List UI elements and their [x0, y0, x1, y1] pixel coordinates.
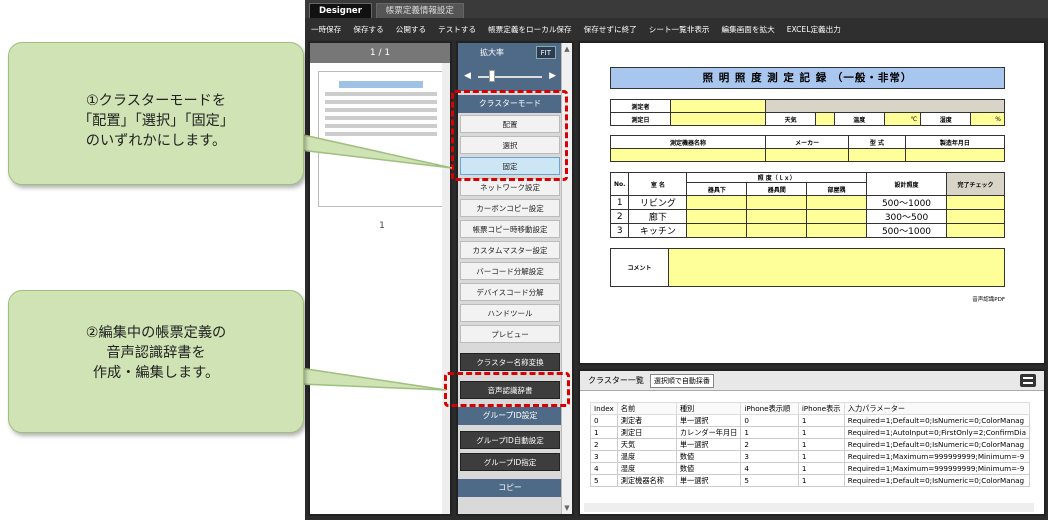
callout-two-line: 音声認識辞書を: [106, 345, 206, 361]
callout-one-line: 「配置」「選択」「固定」: [77, 113, 235, 129]
callout-voice-dictionary: ②編集中の帳票定義の 音声認識辞書を 作成・編集します。: [8, 290, 304, 433]
callout-two-line: ②編集中の帳票定義の: [85, 325, 227, 341]
callout-one-line: のいずれかにします。: [85, 133, 227, 149]
callout-two-line: 作成・編集します。: [92, 365, 220, 381]
callout-cluster-mode: ①クラスターモードを 「配置」「選択」「固定」 のいずれかにします。: [8, 42, 304, 185]
callout-one-tail: [288, 130, 453, 169]
callout-two-tail: [299, 367, 447, 391]
callout-one-line: ①クラスターモードを: [85, 93, 227, 109]
